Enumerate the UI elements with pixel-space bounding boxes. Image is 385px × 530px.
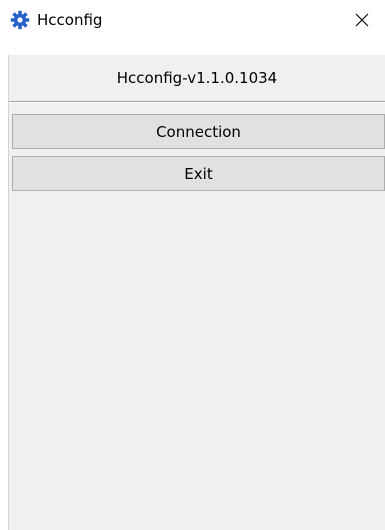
divider xyxy=(9,101,385,103)
connection-button[interactable]: Connection xyxy=(12,114,385,149)
gear-icon xyxy=(10,10,30,30)
close-icon xyxy=(355,13,369,27)
window-title: Hcconfig xyxy=(37,11,103,29)
exit-button[interactable]: Exit xyxy=(12,156,385,191)
main-panel: Hcconfig-v1.1.0.1034 Connection Exit xyxy=(8,55,385,530)
title-bar[interactable]: Hcconfig xyxy=(0,0,385,40)
close-button[interactable] xyxy=(339,0,385,40)
version-label: Hcconfig-v1.1.0.1034 xyxy=(116,68,278,87)
app-window: Hcconfig Hcconfig-v1.1.0.1034 Connection… xyxy=(0,0,385,530)
